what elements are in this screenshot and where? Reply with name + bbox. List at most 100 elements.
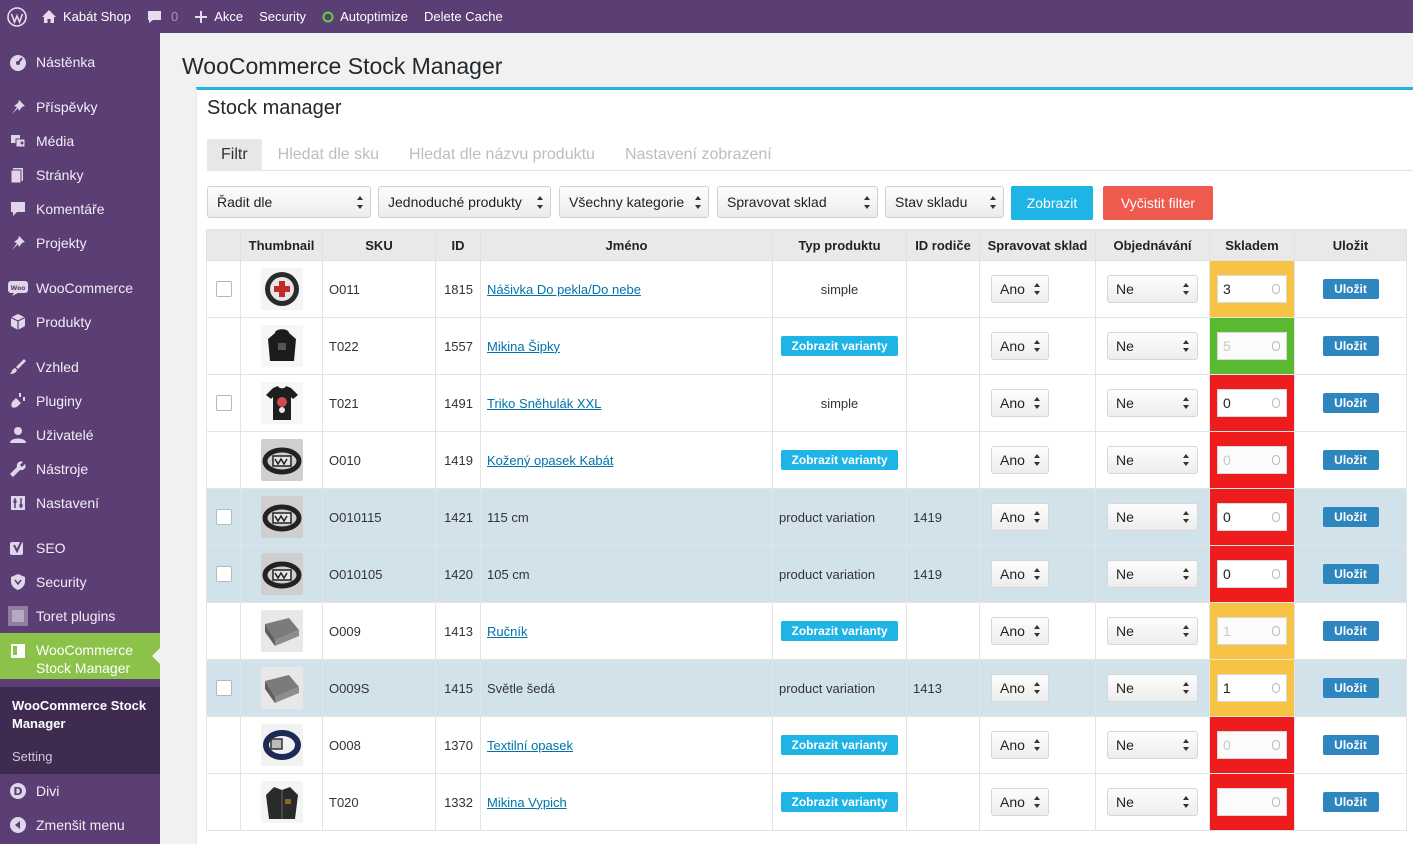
save-button[interactable]: Uložit [1322,279,1379,299]
backorders-select[interactable]: Ne [1107,389,1198,417]
delete-cache-link[interactable]: Delete Cache [416,0,511,33]
security-link[interactable]: Security [251,0,314,33]
manage-stock-select[interactable]: Ano [991,503,1049,531]
save-button[interactable]: Uložit [1322,336,1379,356]
backorders-select[interactable]: Ne [1107,446,1198,474]
show-variants-button[interactable]: Zobrazit varianty [781,621,898,641]
manage-stock-cell: Ano [979,602,1096,660]
tab-filtr[interactable]: Filtr [207,139,262,171]
tab-hledat-dle-n-zvu-produktu[interactable]: Hledat dle názvu produktu [395,139,609,171]
sidebar-item-n-stroje[interactable]: Nástroje [0,452,160,486]
sidebar-item-nastaven-[interactable]: Nastavení [0,486,160,520]
manage-stock-select[interactable]: Ano [991,446,1049,474]
save-button[interactable]: Uložit [1322,450,1379,470]
stock-quantity-input[interactable]: 0 [1217,389,1287,417]
stock-quantity-value: 1 [1223,623,1231,639]
site-name-link[interactable]: Kabát Shop [33,0,139,33]
row-checkbox[interactable] [215,509,232,526]
spinner-icon [1272,626,1280,636]
id-cell: 1557 [435,317,481,375]
backorders-select[interactable]: Ne [1107,788,1198,816]
backorders-select[interactable]: Ne [1107,617,1198,645]
sidebar-item-u-ivatel-[interactable]: Uživatelé [0,418,160,452]
manage-stock-select[interactable]: Ano [991,731,1049,759]
stock-quantity-input[interactable]: 0 [1217,503,1287,531]
backorders-select[interactable]: Ne [1107,674,1198,702]
row-checkbox[interactable] [215,395,232,412]
tab-hledat-dle-sku[interactable]: Hledat dle sku [264,139,393,171]
sku-cell: T020 [322,773,436,831]
backorders-select[interactable]: Ne [1107,503,1198,531]
clear-filter-button[interactable]: Vyčistit filter [1103,186,1213,220]
product-thumbnail [260,610,303,652]
product-name-link[interactable]: Kožený opasek Kabát [487,453,613,468]
product-name-link[interactable]: Nášivka Do pekla/Do nebe [487,282,641,297]
sidebar-item-projekty[interactable]: Projekty [0,226,160,260]
sidebar-item-n-st-nka[interactable]: Nástěnka [0,45,160,79]
manage-stock-select[interactable]: Ano [991,674,1049,702]
sidebar-item-stock-manager[interactable]: WooCommerce Stock Manager [0,633,160,679]
stock-quantity-input[interactable]: 3 [1217,275,1287,303]
sidebar-item-pluginy[interactable]: Pluginy [0,384,160,418]
checkbox-cell [206,602,241,660]
show-variants-button[interactable]: Zobrazit varianty [781,735,898,755]
category-select[interactable]: Všechny kategorie [559,186,709,218]
row-checkbox[interactable] [215,281,232,298]
product-name-link[interactable]: Triko Sněhulák XXL [487,396,601,411]
save-button[interactable]: Uložit [1322,507,1379,527]
sidebar-item-koment-e[interactable]: Komentáře [0,192,160,226]
sort-select[interactable]: Řadit dle [207,186,371,218]
sidebar-item-str-nky[interactable]: Stránky [0,158,160,192]
product-name-link[interactable]: Mikina Vypich [487,795,567,810]
product-name-link[interactable]: Mikina Šipky [487,339,560,354]
show-variants-button[interactable]: Zobrazit varianty [781,450,898,470]
manage-stock-select[interactable]: Ano [991,617,1049,645]
sidebar-item-divi[interactable]: D Divi [0,774,160,808]
submenu-item-stock-manager[interactable]: WooCommerce Stock Manager [12,697,157,733]
product-name-link[interactable]: Textilní opasek [487,738,573,753]
sidebar-item-produkty[interactable]: Produkty [0,305,160,339]
manage-stock-select[interactable]: Ano [991,560,1049,588]
stock-status-select[interactable]: Stav skladu [885,186,1004,218]
autoptimize-link[interactable]: Autoptimize [314,0,416,33]
backorders-select[interactable]: Ne [1107,731,1198,759]
stock-quantity-value: 5 [1223,338,1231,354]
save-button[interactable]: Uložit [1322,735,1379,755]
comments-link[interactable]: 0 [139,0,186,33]
sidebar-item-zmen-it-menu[interactable]: Zmenšit menu [0,808,160,842]
backorders-select[interactable]: Ne [1107,332,1198,360]
save-button[interactable]: Uložit [1322,678,1379,698]
save-button[interactable]: Uložit [1322,564,1379,584]
new-content-link[interactable]: Akce [186,0,251,33]
manage-stock-select[interactable]: Ano [991,332,1049,360]
sidebar-item-m-dia[interactable]: Média [0,124,160,158]
submenu-item-setting[interactable]: Setting [12,749,52,764]
row-checkbox[interactable] [215,566,232,583]
wordpress-logo-icon[interactable] [0,0,33,33]
backorders-select[interactable]: Ne [1107,275,1198,303]
sidebar-item-p-sp-vky[interactable]: Příspěvky [0,90,160,124]
show-variants-button[interactable]: Zobrazit varianty [781,792,898,812]
stock-quantity-input[interactable]: 0 [1217,560,1287,588]
manage-stock-select[interactable]: Ano [991,389,1049,417]
manage-stock-select[interactable]: Ano [991,788,1049,816]
select-arrows-icon [1034,682,1041,694]
manage-stock-select[interactable]: Ano [991,275,1049,303]
sidebar-item-toret-plugins[interactable]: Toret plugins [0,599,160,633]
sidebar-item-seo[interactable]: SEO [0,531,160,565]
sidebar-item-vzhled[interactable]: Vzhled [0,350,160,384]
save-button[interactable]: Uložit [1322,393,1379,413]
sidebar-item-security[interactable]: Security [0,565,160,599]
backorders-select[interactable]: Ne [1107,560,1198,588]
show-variants-button[interactable]: Zobrazit varianty [781,336,898,356]
row-checkbox[interactable] [215,680,232,697]
tab-nastaven-zobrazen-[interactable]: Nastavení zobrazení [611,139,786,171]
product-type-select[interactable]: Jednoduché produkty [378,186,551,218]
manage-stock-select[interactable]: Spravovat sklad [717,186,878,218]
stock-quantity-input[interactable]: 1 [1217,674,1287,702]
save-button[interactable]: Uložit [1322,621,1379,641]
show-button[interactable]: Zobrazit [1011,186,1093,220]
product-name-link[interactable]: Ručník [487,624,527,639]
sidebar-item-woocommerce[interactable]: Woo WooCommerce [0,271,160,305]
save-button[interactable]: Uložit [1322,792,1379,812]
